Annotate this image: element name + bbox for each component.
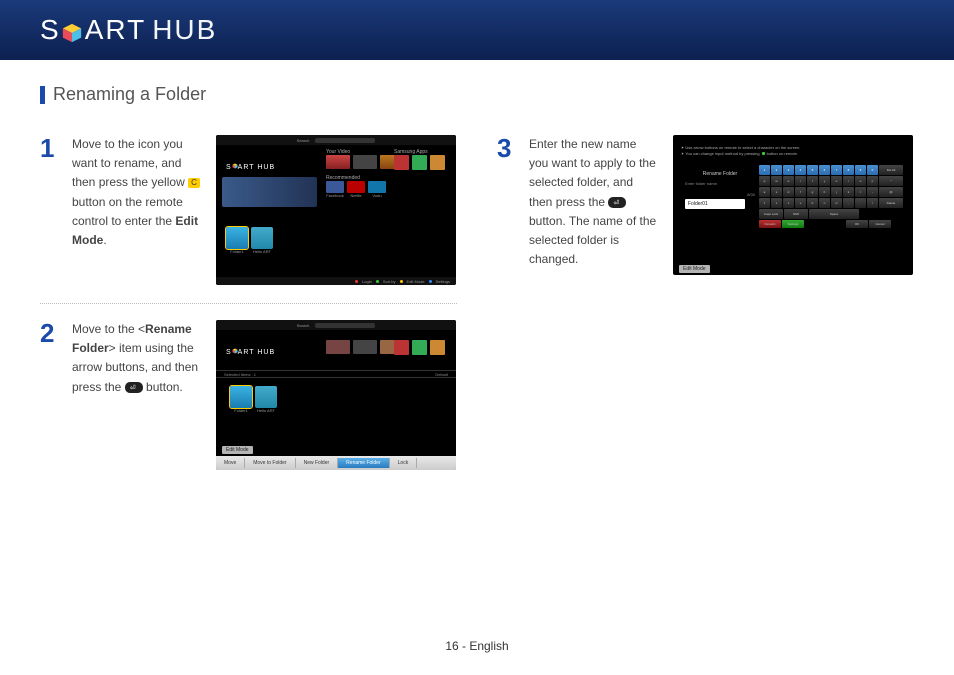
logo-s: S xyxy=(40,14,61,46)
section-title-text: Renaming a Folder xyxy=(53,84,206,105)
logo-hub: HUB xyxy=(152,14,217,46)
screenshot-step-1: Search SART HUB Your Video Samsung Apps … xyxy=(216,135,456,285)
section-title: Renaming a Folder xyxy=(40,84,914,105)
on-screen-keyboard[interactable]: 1234567890Del All qwertyuiop^ asdfghjkl-… xyxy=(759,165,909,228)
tv-logo: SART HUB xyxy=(226,164,275,171)
page-footer: 16 - English xyxy=(0,639,954,653)
folder-name-input[interactable]: Folder01 xyxy=(685,199,745,209)
cube-icon xyxy=(61,19,83,41)
enter-button-icon xyxy=(125,382,143,393)
screenshot-step-2: Search SART HUB Selected Items : 1Defaul… xyxy=(216,320,456,470)
step-number: 1 xyxy=(40,135,58,161)
title-bar-icon xyxy=(40,86,45,104)
smart-hub-logo: S ART HUB xyxy=(40,14,217,46)
step-number: 2 xyxy=(40,320,58,346)
logo-art: ART xyxy=(85,14,147,46)
enter-button-icon xyxy=(608,197,626,208)
step-divider xyxy=(40,303,457,304)
header-bar: S ART HUB xyxy=(0,0,954,60)
step-3: 3 Enter the new name you want to apply t… xyxy=(497,135,914,275)
page-content: Renaming a Folder 1 Move to the icon you… xyxy=(0,60,954,498)
step-1: 1 Move to the icon you want to rename, a… xyxy=(40,135,457,285)
screenshot-step-3: ⯈ Use arrow buttons on remote to select … xyxy=(673,135,913,275)
step-number: 3 xyxy=(497,135,515,161)
yellow-c-button-icon: C xyxy=(188,178,200,188)
step-text: Move to the icon you want to rename, and… xyxy=(72,135,202,250)
step-2: 2 Move to the <Rename Folder> item using… xyxy=(40,320,457,470)
step-text: Enter the new name you want to apply to … xyxy=(529,135,659,269)
step-text: Move to the <Rename Folder> item using t… xyxy=(72,320,202,397)
kb-row-numbers: 1234567890Del All xyxy=(759,165,909,175)
